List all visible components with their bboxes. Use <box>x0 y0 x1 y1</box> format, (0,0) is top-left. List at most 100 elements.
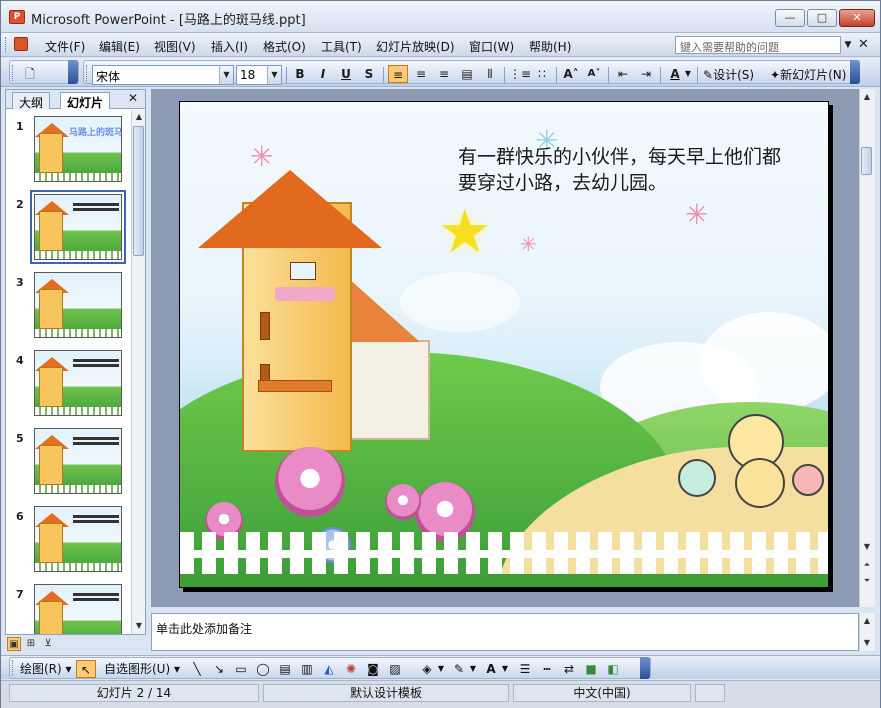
menu-grip-icon[interactable] <box>5 37 8 53</box>
font-name-select[interactable]: 宋体 ▼ <box>92 65 234 85</box>
status-template[interactable]: 默认设计模板 <box>263 684 509 702</box>
shadow-style-icon[interactable]: ■ <box>582 660 600 678</box>
chevron-down-icon[interactable]: ▼ <box>468 660 478 678</box>
draw-menu-button[interactable]: 绘图(R) ▾ <box>20 660 72 678</box>
distributed-icon[interactable]: ▤ <box>457 65 477 83</box>
autoshapes-menu-button[interactable]: 自选图形(U) ▾ <box>104 660 180 678</box>
menu-slideshow[interactable]: 幻灯片放映(D) <box>376 38 455 55</box>
close-button[interactable]: ✕ <box>839 9 875 27</box>
notes-placeholder[interactable]: 单击此处添加备注 <box>156 620 252 637</box>
chevron-down-icon[interactable]: ▼ <box>683 65 693 83</box>
bold-button[interactable]: B <box>290 65 310 83</box>
decrease-font-icon[interactable]: A˅ <box>584 65 604 83</box>
clipart-icon[interactable]: ◙ <box>364 660 382 678</box>
new-doc-icon[interactable]: 🗋 <box>20 65 40 83</box>
slideshow-view-icon[interactable]: ⊻ <box>41 637 55 651</box>
toolbar-overflow-icon[interactable] <box>640 657 650 679</box>
italic-button[interactable]: I <box>313 65 333 83</box>
scroll-up-icon[interactable]: ▲ <box>133 111 145 123</box>
menu-format[interactable]: 格式(O) <box>263 38 306 55</box>
minimize-button[interactable]: — <box>775 9 805 27</box>
arrow-style-icon[interactable]: ⇄ <box>560 660 578 678</box>
thumbnail-item[interactable]: 4 <box>10 350 128 420</box>
arrow-icon[interactable]: ↘ <box>210 660 228 678</box>
notes-scrollbar[interactable]: ▲ ▼ <box>859 613 875 651</box>
pane-close-button[interactable]: ✕ <box>128 91 138 105</box>
powerpoint-app-icon[interactable]: P <box>9 10 25 24</box>
oval-icon[interactable]: ◯ <box>254 660 272 678</box>
design-button[interactable]: ✎设计(S) <box>703 66 754 83</box>
menu-tools[interactable]: 工具(T) <box>321 38 362 55</box>
increase-font-icon[interactable]: A˄ <box>561 65 581 83</box>
chevron-down-icon[interactable]: ▼ <box>219 66 233 84</box>
thumbnail-scrollbar[interactable]: ▲ ▼ <box>131 110 145 634</box>
toolbar-grip-icon[interactable] <box>86 65 89 81</box>
chevron-down-icon[interactable]: ▼ <box>436 660 446 678</box>
align-right-icon[interactable]: ≡ <box>434 65 454 83</box>
maximize-button[interactable]: □ <box>807 9 837 27</box>
3d-style-icon[interactable]: ◧ <box>604 660 622 678</box>
thumbnail-item[interactable]: 3 <box>10 272 128 342</box>
wordart-icon[interactable]: ◭ <box>320 660 338 678</box>
slide-sorter-icon[interactable]: ⊞ <box>24 637 38 651</box>
tab-outline[interactable]: 大纲 <box>12 92 51 110</box>
align-center-icon[interactable]: ≡ <box>411 65 431 83</box>
tab-slides[interactable]: 幻灯片 <box>60 92 111 110</box>
document-close-button[interactable]: ✕ <box>858 37 869 52</box>
font-size-select[interactable]: 18 ▼ <box>236 65 282 85</box>
align-left-icon[interactable]: ≡ <box>388 65 408 83</box>
scroll-down-icon[interactable]: ▼ <box>861 637 873 649</box>
fill-color-icon[interactable]: ◈ <box>418 660 436 678</box>
scroll-thumb[interactable] <box>133 126 144 256</box>
menu-insert[interactable]: 插入(I) <box>211 38 248 55</box>
toolbar-overflow-icon[interactable] <box>850 60 860 84</box>
new-slide-button[interactable]: ✦新幻灯片(N) <box>770 66 846 83</box>
chevron-down-icon[interactable]: ▼ <box>267 66 281 84</box>
decrease-indent-icon[interactable]: ⇤ <box>613 65 633 83</box>
line-color-icon[interactable]: ✎ <box>450 660 468 678</box>
menu-view[interactable]: 视图(V) <box>154 38 196 55</box>
menu-window[interactable]: 窗口(W) <box>469 38 514 55</box>
toolbar-grip-icon[interactable] <box>12 660 15 676</box>
bullets-icon[interactable]: ∷ <box>532 65 552 83</box>
scroll-thumb[interactable] <box>861 147 872 175</box>
toolbar-grip-icon[interactable] <box>12 65 15 81</box>
menu-file[interactable]: 文件(F) <box>45 38 85 55</box>
next-slide-icon[interactable]: ⏷ <box>861 575 873 587</box>
thumbnail-item[interactable]: 1 马路上的斑马线 <box>10 116 128 186</box>
scroll-down-icon[interactable]: ▼ <box>133 620 145 632</box>
thumbnail-item[interactable]: 7 <box>10 584 128 634</box>
rectangle-icon[interactable]: ▭ <box>232 660 250 678</box>
menu-edit[interactable]: 编辑(E) <box>99 38 140 55</box>
help-dropdown-icon[interactable]: ▼ <box>841 36 855 54</box>
slide-scrollbar[interactable]: ▲ ▼ ⏶ ⏷ <box>859 89 875 607</box>
scroll-down-icon[interactable]: ▼ <box>861 541 873 553</box>
normal-view-icon[interactable]: ▣ <box>7 637 21 651</box>
previous-slide-icon[interactable]: ⏶ <box>861 559 873 571</box>
increase-indent-icon[interactable]: ⇥ <box>636 65 656 83</box>
slide-canvas[interactable]: ★ ✳ ✳ ✳ ✳ 有一群快乐的小伙伴，每天早上他们都要穿过小路，去幼儿园。 <box>179 101 829 588</box>
menu-help[interactable]: 帮助(H) <box>529 38 571 55</box>
shadow-button[interactable]: S <box>359 65 379 83</box>
toolbar-overflow-icon[interactable] <box>68 60 78 84</box>
help-search-input[interactable]: 键入需要帮助的问题 <box>675 36 841 54</box>
thumbnail-item[interactable]: 2 <box>10 190 128 264</box>
notes-pane[interactable]: 单击此处添加备注 <box>151 613 859 651</box>
slide-text-box[interactable]: 有一群快乐的小伙伴，每天早上他们都要穿过小路，去幼儿园。 <box>458 144 798 196</box>
underline-button[interactable]: U <box>336 65 356 83</box>
font-color-icon[interactable]: A <box>482 660 500 678</box>
chevron-down-icon[interactable]: ▼ <box>500 660 510 678</box>
line-icon[interactable]: ╲ <box>188 660 206 678</box>
thumbnail-item[interactable]: 6 <box>10 506 128 576</box>
textbox-icon[interactable]: ▤ <box>276 660 294 678</box>
document-icon[interactable] <box>14 37 28 51</box>
thumbnail-item[interactable]: 5 <box>10 428 128 498</box>
scroll-up-icon[interactable]: ▲ <box>861 615 873 627</box>
diagram-icon[interactable]: ✺ <box>342 660 360 678</box>
select-pointer-icon[interactable]: ↖ <box>76 660 96 678</box>
scroll-up-icon[interactable]: ▲ <box>861 91 873 103</box>
vertical-textbox-icon[interactable]: ▥ <box>298 660 316 678</box>
line-style-icon[interactable]: ☰ <box>516 660 534 678</box>
picture-icon[interactable]: ▨ <box>386 660 404 678</box>
numbering-icon[interactable]: ⋮≡ <box>509 65 531 83</box>
